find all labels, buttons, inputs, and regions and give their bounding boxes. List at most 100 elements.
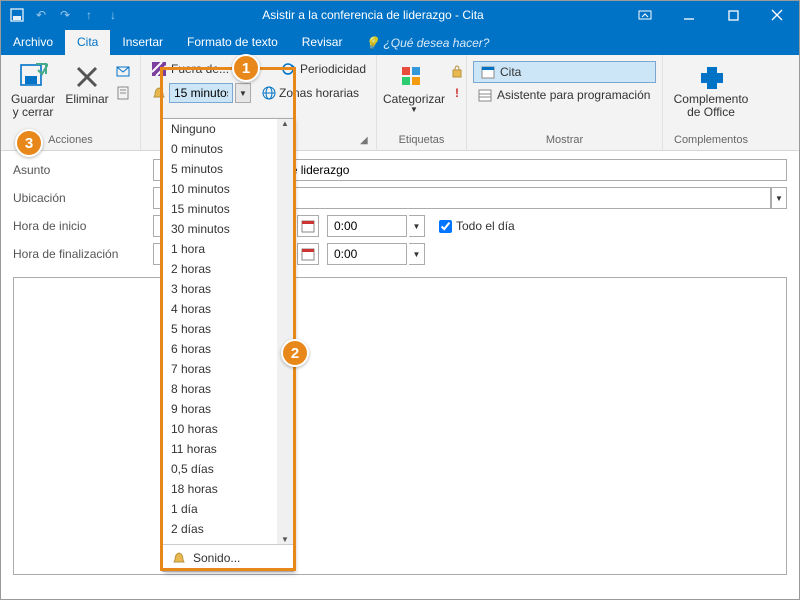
start-label: Hora de inicio <box>13 219 153 233</box>
dialog-launcher-icon[interactable]: ◢ <box>360 135 372 147</box>
dropdown-item[interactable]: 4 horas <box>163 299 293 319</box>
dropdown-item[interactable]: 2 horas <box>163 259 293 279</box>
start-calendar-button[interactable] <box>297 215 319 237</box>
marker-1: 1 <box>232 54 260 82</box>
addin-label: Complemento de Office <box>669 93 753 119</box>
recurrence-label[interactable]: Periodicidad <box>300 62 366 76</box>
up-icon[interactable]: ↑ <box>79 5 99 25</box>
ribbon-options-icon[interactable] <box>623 1 667 29</box>
dropdown-item[interactable]: 0 minutos <box>163 139 293 159</box>
end-label: Hora de finalización <box>13 247 153 261</box>
office-addin-button[interactable]: Complemento de Office <box>669 59 753 119</box>
categorize-button[interactable]: Categorizar ▼ <box>383 59 445 115</box>
delete-label: Eliminar <box>65 93 108 106</box>
sound-label: Sonido... <box>193 551 240 565</box>
dropdown-item[interactable]: 3 días <box>163 539 293 544</box>
tab-insertar[interactable]: Insertar <box>110 30 175 55</box>
close-button[interactable] <box>755 1 799 29</box>
dropdown-item[interactable]: 8 horas <box>163 379 293 399</box>
start-time-dropdown[interactable]: ▼ <box>409 215 425 237</box>
maximize-button[interactable] <box>711 1 755 29</box>
end-calendar-button[interactable] <box>297 243 319 265</box>
view-cita-button[interactable]: Cita <box>473 61 656 83</box>
allday-checkbox[interactable] <box>439 220 452 233</box>
dropdown-item[interactable]: 30 minutos <box>163 219 293 239</box>
dropdown-item[interactable]: 18 horas <box>163 479 293 499</box>
marker-2: 2 <box>281 339 309 367</box>
bell-sound-icon <box>171 550 187 566</box>
tab-revisar[interactable]: Revisar <box>290 30 355 55</box>
down-icon[interactable]: ↓ <box>103 5 123 25</box>
redo-icon[interactable]: ↷ <box>55 5 75 25</box>
dropdown-item[interactable]: 1 día <box>163 499 293 519</box>
importance-icon[interactable]: ! <box>449 85 465 101</box>
scheduling-icon <box>477 87 493 103</box>
delete-icon <box>71 61 103 93</box>
dropdown-item[interactable]: 9 horas <box>163 399 293 419</box>
delete-button[interactable]: Eliminar <box>63 59 111 106</box>
tab-formato[interactable]: Formato de texto <box>175 30 290 55</box>
ribbon: Guardar y cerrar Eliminar Acciones Fuera… <box>1 55 799 151</box>
dropdown-item[interactable]: 10 minutos <box>163 179 293 199</box>
save-close-button[interactable]: Guardar y cerrar <box>7 59 59 119</box>
dropdown-item[interactable]: 10 horas <box>163 419 293 439</box>
dropdown-item[interactable]: 5 horas <box>163 319 293 339</box>
dropdown-item[interactable]: 15 minutos <box>163 199 293 219</box>
forward-icon[interactable] <box>115 63 131 79</box>
undo-icon[interactable]: ↶ <box>31 5 51 25</box>
window-title: Asistir a la conferencia de liderazgo - … <box>123 8 623 22</box>
dropdown-item[interactable]: Ninguno <box>163 119 293 139</box>
group-tags-label: Etiquetas <box>383 134 460 148</box>
location-label: Ubicación <box>13 191 153 205</box>
marker-3: 3 <box>15 129 43 157</box>
reminder-dropdown-list: Ninguno0 minutos5 minutos10 minutos15 mi… <box>162 118 294 572</box>
minimize-button[interactable] <box>667 1 711 29</box>
dropdown-item[interactable]: 0,5 días <box>163 459 293 479</box>
dropdown-item[interactable]: 6 horas <box>163 339 293 359</box>
tab-archivo[interactable]: Archivo <box>1 30 65 55</box>
title-bar: ↶ ↷ ↑ ↓ Asistir a la conferencia de lide… <box>1 1 799 29</box>
bulb-icon: 💡 <box>364 36 379 50</box>
tell-me-text: ¿Qué desea hacer? <box>383 36 489 50</box>
dropdown-item[interactable]: 7 horas <box>163 359 293 379</box>
notes-icon[interactable] <box>115 85 131 101</box>
scheduling-label: Asistente para programación <box>497 88 650 102</box>
globe-icon <box>261 85 277 101</box>
group-views-label: Mostrar <box>473 134 656 148</box>
timezones-label[interactable]: Zonas horarias <box>279 86 359 100</box>
show-as-label: Fuera de... <box>171 62 229 76</box>
tab-cita[interactable]: Cita <box>65 30 110 55</box>
start-time-input[interactable] <box>327 215 407 237</box>
calendar-icon <box>480 64 496 80</box>
private-icon[interactable] <box>449 63 465 79</box>
tell-me[interactable]: 💡 ¿Qué desea hacer? <box>354 31 499 55</box>
group-addins-label: Complementos <box>669 134 753 148</box>
addin-icon <box>695 61 727 93</box>
subject-label: Asunto <box>13 163 153 177</box>
dropdown-item[interactable]: 1 hora <box>163 239 293 259</box>
scrollbar[interactable]: ▲▼ <box>277 119 293 544</box>
scheduling-assistant-button[interactable]: Asistente para programación <box>473 85 656 105</box>
reminder-dropdown-button[interactable]: ▼ <box>235 83 251 103</box>
dropdown-item[interactable]: 2 días <box>163 519 293 539</box>
end-time-input[interactable] <box>327 243 407 265</box>
recurrence-icon <box>280 61 296 77</box>
save-close-label: Guardar y cerrar <box>7 93 59 119</box>
appointment-body[interactable] <box>13 277 787 575</box>
dropdown-item[interactable]: 3 horas <box>163 279 293 299</box>
reminder-input[interactable] <box>169 83 233 103</box>
appointment-form: Asunto Ubicación ▼ Hora de inicio ▼ Todo… <box>1 151 799 277</box>
sound-option[interactable]: Sonido... <box>163 544 293 571</box>
allday-label: Todo el día <box>456 219 515 233</box>
end-time-dropdown[interactable]: ▼ <box>409 243 425 265</box>
busy-icon <box>151 61 167 77</box>
categorize-icon <box>398 61 430 93</box>
dropdown-item[interactable]: 5 minutos <box>163 159 293 179</box>
menu-bar: Archivo Cita Insertar Formato de texto R… <box>1 29 799 55</box>
dropdown-item[interactable]: 11 horas <box>163 439 293 459</box>
location-dropdown[interactable]: ▼ <box>771 187 787 209</box>
bell-icon <box>151 85 167 101</box>
save-icon[interactable] <box>7 5 27 25</box>
save-close-icon <box>17 61 49 93</box>
view-cita-label: Cita <box>500 65 521 79</box>
